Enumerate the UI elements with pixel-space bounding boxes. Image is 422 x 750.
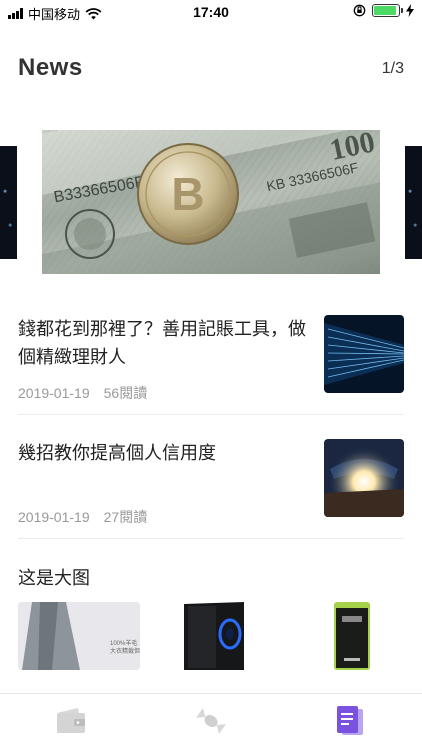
- svg-text:B: B: [171, 168, 204, 220]
- article-meta: 2019-01-19 27閱讀: [18, 507, 147, 527]
- article-reads: 56閱讀: [103, 385, 148, 401]
- candy-icon: [196, 708, 226, 734]
- charging-icon: [406, 4, 414, 17]
- banner-next-peek[interactable]: [405, 146, 422, 259]
- divider: [18, 414, 404, 415]
- coat-caption: 100%羊毛 大衣精裁但大衣: [110, 640, 140, 656]
- coat-caption-line: 大衣精裁但大衣: [110, 649, 140, 655]
- tab-news[interactable]: [332, 704, 366, 738]
- page-title: News: [18, 54, 83, 81]
- wallet-icon: [57, 708, 85, 733]
- bitcoin-banner-image: B33366506F KB 33366506F 100 B: [42, 130, 380, 274]
- divider: [18, 538, 404, 539]
- rotation-lock-icon: [353, 4, 366, 17]
- coat-image[interactable]: 100%羊毛 大衣精裁但大衣: [18, 602, 140, 670]
- article-meta: 2019-01-19 56閱讀: [18, 383, 147, 403]
- cosmetic-tube-image[interactable]: [302, 602, 404, 670]
- article-reads: 27閱讀: [103, 509, 148, 525]
- tab-candy[interactable]: [194, 704, 228, 738]
- tab-wallet[interactable]: [54, 704, 88, 738]
- pc-case-image[interactable]: [160, 602, 282, 670]
- article-title: 幾招教你提高個人信用度: [18, 443, 216, 463]
- document-icon: [337, 706, 363, 735]
- article-title: 錢都花到那裡了？善用記賬工具，做個精緻理財人: [18, 319, 306, 367]
- article-date: 2019-01-19: [18, 509, 90, 525]
- page-indicator: 1/3: [381, 60, 404, 77]
- banner-previous-peek[interactable]: [0, 146, 17, 259]
- article-item[interactable]: 錢都花到那裡了？善用記賬工具，做個精緻理財人 2019-01-19 56閱讀: [18, 315, 404, 401]
- car-light-image: [324, 439, 404, 517]
- banner-image[interactable]: B33366506F KB 33366506F 100 B: [42, 130, 380, 274]
- coat-caption-line: 100%羊毛: [110, 641, 138, 647]
- tab-bar: [0, 693, 422, 750]
- article-item[interactable]: 幾招教你提高個人信用度 2019-01-19 27閱讀: [18, 439, 404, 525]
- battery-icon: [372, 4, 403, 17]
- article-date: 2019-01-19: [18, 385, 90, 401]
- status-bar: 中国移动 17:40: [0, 0, 422, 24]
- battery-level: [374, 6, 396, 15]
- data-stream-image: [324, 315, 404, 393]
- status-right: [353, 4, 414, 17]
- section-title: 这是大图: [18, 568, 90, 588]
